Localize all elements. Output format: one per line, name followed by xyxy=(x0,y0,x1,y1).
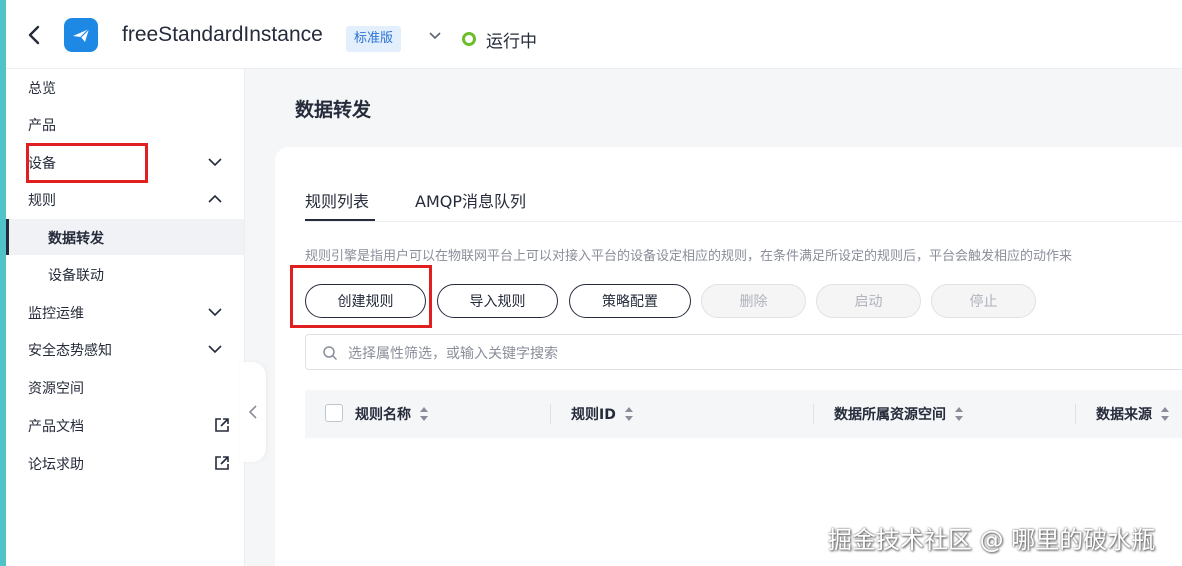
instance-logo-icon xyxy=(64,18,98,52)
instance-name: freeStandardInstance xyxy=(122,23,323,46)
table-header: 规则名称 规则ID 数据所属资源空间 数据来源 xyxy=(305,390,1182,438)
tab-rule-list[interactable]: 规则列表 xyxy=(305,188,369,212)
sort-icon[interactable] xyxy=(419,406,429,422)
sidebar-item-label: 论坛求助 xyxy=(28,457,84,473)
sidebar-item-label: 产品文档 xyxy=(28,419,84,435)
top-header: freeStandardInstance 标准版 运行中 xyxy=(6,0,1182,69)
column-label: 数据来源 xyxy=(1096,407,1152,423)
stop-button[interactable]: 停止 xyxy=(931,284,1036,318)
rule-engine-description: 规则引擎是指用户可以在物联网平台上可以对接入平台的设备设定相应的规则，在条件满足… xyxy=(305,249,1073,264)
sidebar-item-label: 监控运维 xyxy=(28,306,84,322)
chevron-left-icon xyxy=(248,405,257,419)
column-header-rule-id[interactable]: 规则ID xyxy=(571,404,634,424)
sidebar-item-rules[interactable]: 规则 xyxy=(6,181,244,217)
start-button[interactable]: 启动 xyxy=(816,284,921,318)
sort-icon[interactable] xyxy=(1160,406,1170,422)
column-separator xyxy=(550,404,551,424)
highlight-box xyxy=(26,143,148,183)
status-indicator-icon xyxy=(462,32,476,46)
page-title: 数据转发 xyxy=(295,99,372,121)
sidebar-item-product-docs[interactable]: 产品文档 xyxy=(6,407,244,443)
sidebar-item-forum-help[interactable]: 论坛求助 xyxy=(6,445,244,481)
sidebar-item-data-forwarding[interactable]: 数据转发 xyxy=(6,219,244,255)
chevron-down-icon[interactable] xyxy=(428,30,442,42)
sidebar-item-device-linkage[interactable]: 设备联动 xyxy=(6,256,244,292)
sidebar-item-label: 总览 xyxy=(28,81,56,97)
chevron-down-icon xyxy=(208,158,222,167)
active-tab-underline xyxy=(305,219,375,221)
sidebar-item-monitoring[interactable]: 监控运维 xyxy=(6,294,244,330)
edition-badge: 标准版 xyxy=(346,26,402,52)
column-separator xyxy=(813,404,814,424)
external-link-icon xyxy=(215,418,229,432)
sidebar-item-label: 数据转发 xyxy=(48,231,104,247)
sidebar-collapse-handle[interactable] xyxy=(240,362,266,462)
sidebar-item-overview[interactable]: 总览 xyxy=(6,69,244,105)
column-label: 数据所属资源空间 xyxy=(834,407,946,423)
active-indicator xyxy=(6,219,9,255)
delete-button[interactable]: 删除 xyxy=(701,284,806,318)
tab-amqp-queue[interactable]: AMQP消息队列 xyxy=(415,188,526,212)
column-header-resource-space[interactable]: 数据所属资源空间 xyxy=(834,404,964,424)
column-label: 规则名称 xyxy=(355,407,411,423)
sidebar-item-label: 设备联动 xyxy=(48,268,104,284)
column-header-data-source[interactable]: 数据来源 xyxy=(1096,404,1170,424)
tabs-divider xyxy=(305,221,1182,222)
search-icon xyxy=(323,346,338,361)
status-text: 运行中 xyxy=(486,32,537,52)
watermark: 掘金技术社区 @ 哪里的破水瓶 xyxy=(828,526,1156,554)
back-arrow-icon[interactable] xyxy=(24,24,46,46)
policy-config-button[interactable]: 策略配置 xyxy=(569,284,691,318)
sidebar-item-label: 规则 xyxy=(28,193,56,209)
external-link-icon xyxy=(215,456,229,470)
sidebar-item-label: 安全态势感知 xyxy=(28,343,112,359)
sort-icon[interactable] xyxy=(954,406,964,422)
sidebar-item-label: 资源空间 xyxy=(28,381,84,397)
highlight-box xyxy=(290,265,432,328)
sort-icon[interactable] xyxy=(624,406,634,422)
search-input[interactable]: 选择属性筛选，或输入关键字搜索 xyxy=(305,334,1182,370)
search-placeholder: 选择属性筛选，或输入关键字搜索 xyxy=(348,346,558,362)
column-separator xyxy=(1075,404,1076,424)
sidebar-item-resource-space[interactable]: 资源空间 xyxy=(6,369,244,405)
chevron-down-icon xyxy=(208,308,222,317)
sidebar-item-security[interactable]: 安全态势感知 xyxy=(6,331,244,367)
chevron-up-icon xyxy=(208,194,222,203)
column-label: 规则ID xyxy=(571,407,616,423)
chevron-down-icon xyxy=(208,345,222,354)
column-header-rule-name[interactable]: 规则名称 xyxy=(355,404,429,424)
select-all-checkbox[interactable] xyxy=(325,404,343,422)
sidebar-item-label: 产品 xyxy=(28,118,56,134)
import-rule-button[interactable]: 导入规则 xyxy=(437,284,558,318)
sidebar-item-products[interactable]: 产品 xyxy=(6,106,244,142)
